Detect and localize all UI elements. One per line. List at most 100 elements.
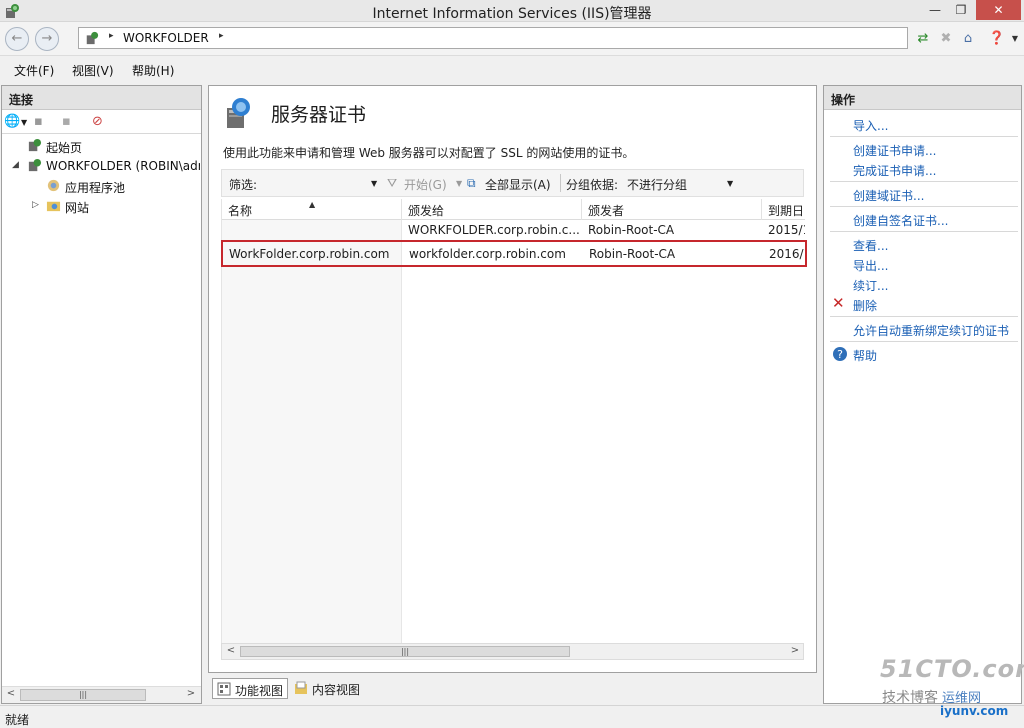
forward-button[interactable]: → <box>35 27 59 51</box>
table-scrollbar[interactable]: < ||| > <box>221 643 804 660</box>
refresh-icon[interactable]: ⇄ <box>914 30 932 48</box>
close-button[interactable]: ✕ <box>976 0 1021 20</box>
chevron-down-icon[interactable]: ▼ <box>456 179 462 188</box>
home-icon[interactable]: ⌂ <box>959 30 977 48</box>
scroll-right-arrow[interactable]: > <box>183 688 199 699</box>
content-view-icon <box>295 681 307 694</box>
tree-item-label: 网站 <box>65 201 90 215</box>
navigation-bar: ← → ▸ WORKFOLDER ▸ ⇄ ✖ ⌂ ❓ ▼ <box>0 22 1024 56</box>
action-renew[interactable]: 续订... <box>827 274 1018 294</box>
filter-toolbar: 筛选: ▼ ⛛ 开始(G) ▼ ⧉ 全部显示(A) 分组依据: 不进行分组 ▼ <box>221 169 804 197</box>
column-header-name[interactable]: 名称 ▲ <box>222 199 402 220</box>
scroll-thumb[interactable]: ||| <box>20 689 146 701</box>
action-create-domain-cert[interactable]: 创建域证书... <box>827 184 1018 204</box>
action-export[interactable]: 导出... <box>827 254 1018 274</box>
action-label: 创建证书申请... <box>853 144 937 158</box>
save-icon[interactable]: ▪ <box>34 114 43 129</box>
collapse-arrow-icon[interactable]: ◢ <box>12 160 19 170</box>
title-bar: Internet Information Services (IIS)管理器 —… <box>0 0 1024 22</box>
minimize-button[interactable]: — <box>922 0 948 20</box>
connections-pane: 连接 🌐 ▼ ▪ ▪ ⊘ 起始页 ◢ WORKFOLDER (ROBIN\adr… <box>1 85 202 704</box>
tab-features-view[interactable]: 功能视图 <box>212 678 288 699</box>
actions-divider <box>830 181 1018 182</box>
menu-help[interactable]: 帮助(H) <box>132 62 174 79</box>
help-icon[interactable]: ❓ <box>988 30 1006 48</box>
chevron-down-icon[interactable]: ▼ <box>1006 30 1024 48</box>
column-header-issued-to[interactable]: 颁发给 <box>402 199 582 220</box>
group-by-select[interactable]: 不进行分组 <box>627 176 687 193</box>
sorted-column-shade <box>222 219 401 647</box>
action-create-cert-request[interactable]: 创建证书申请... <box>827 139 1018 159</box>
tree-item-server[interactable]: ◢ WORKFOLDER (ROBIN\adr <box>2 156 200 176</box>
tree-item-start-page[interactable]: 起始页 <box>2 136 200 156</box>
action-delete[interactable]: ✕ 删除 <box>827 294 1018 314</box>
filter-label: 筛选: <box>229 178 258 192</box>
scroll-thumb[interactable]: ||| <box>240 646 570 657</box>
action-help[interactable]: ? 帮助 <box>827 344 1018 364</box>
funnel-icon: ⛛ <box>387 176 398 190</box>
connections-header: 连接 <box>2 86 201 110</box>
expand-arrow-icon[interactable]: ▷ <box>32 200 39 210</box>
column-divider <box>401 219 402 647</box>
cell-issued-to: WORKFOLDER.corp.robin.c... <box>408 223 580 237</box>
column-header-expiry[interactable]: 到期日 <box>762 199 805 220</box>
chevron-down-icon[interactable]: ▼ <box>371 179 377 188</box>
status-text: 就绪 <box>5 713 30 727</box>
menu-view[interactable]: 视图(V) <box>72 62 114 79</box>
action-import[interactable]: 导入... <box>827 114 1018 134</box>
back-button[interactable]: ← <box>5 27 29 51</box>
actions-divider <box>830 136 1018 137</box>
feature-pane: 服务器证书 使用此功能来申请和管理 Web 服务器可以对配置了 SSL 的网站使… <box>208 85 817 673</box>
menu-file[interactable]: 文件(F) <box>14 62 54 79</box>
action-label: 导出... <box>853 259 889 273</box>
connections-toolbar: 🌐 ▼ ▪ ▪ ⊘ <box>2 110 201 134</box>
action-view[interactable]: 查看... <box>827 234 1018 254</box>
action-label: 删除 <box>853 299 878 313</box>
cell-name <box>222 220 402 241</box>
action-label: 创建自签名证书... <box>853 214 949 228</box>
breadcrumb-separator[interactable]: ▸ <box>219 31 224 41</box>
start-page-icon <box>28 138 42 152</box>
disconnect-icon[interactable]: ⊘ <box>92 114 103 129</box>
window-title: Internet Information Services (IIS)管理器 <box>372 6 652 22</box>
maximize-button[interactable]: ❐ <box>948 0 974 20</box>
status-bar: 就绪 <box>0 705 1024 728</box>
action-label: 允许自动重新绑定续订的证书 <box>853 324 1010 338</box>
action-complete-cert-request[interactable]: 完成证书申请... <box>827 159 1018 179</box>
page-title: 服务器证书 <box>271 104 367 126</box>
scroll-left-arrow[interactable]: < <box>223 645 239 656</box>
table-row[interactable]: WORKFOLDER.corp.robin.c... Robin-Root-CA… <box>222 220 805 241</box>
tree-item-sites[interactable]: ▷ 网站 <box>2 196 200 216</box>
tree-item-label: 起始页 <box>46 141 83 155</box>
action-create-self-signed-cert[interactable]: 创建自签名证书... <box>827 209 1018 229</box>
scroll-left-arrow[interactable]: < <box>3 688 19 699</box>
filter-input[interactable] <box>260 174 378 193</box>
menu-bar: 文件(F) 视图(V) 帮助(H) <box>0 56 1024 82</box>
action-label: 续订... <box>853 279 889 293</box>
chevron-down-icon[interactable]: ▼ <box>727 179 733 188</box>
actions-divider <box>830 206 1018 207</box>
toolbar-divider <box>560 174 561 192</box>
action-label: 导入... <box>853 119 889 133</box>
address-bar[interactable]: ▸ WORKFOLDER ▸ <box>78 27 908 49</box>
stop-icon[interactable]: ✖ <box>937 30 955 48</box>
actions-divider <box>830 341 1018 342</box>
app-pool-icon <box>47 179 60 192</box>
site-watermark: 51CTO.com 技术博客 运维网 iyunv.com <box>880 655 1024 723</box>
tab-content-view[interactable]: 内容视图 <box>290 678 370 699</box>
server-icon <box>86 31 99 45</box>
scroll-right-arrow[interactable]: > <box>787 645 803 656</box>
actions-divider <box>830 316 1018 317</box>
connections-scrollbar[interactable]: < ||| > <box>2 686 201 703</box>
table-row-selected[interactable]: WorkFolder.corp.robin.com workfolder.cor… <box>221 240 807 267</box>
tree-item-app-pools[interactable]: 应用程序池 <box>2 176 200 196</box>
column-header-issuer[interactable]: 颁发者 <box>582 199 762 220</box>
breadcrumb-workfolder[interactable]: WORKFOLDER <box>123 31 209 45</box>
start-filter-button[interactable]: 开始(G) <box>404 176 447 193</box>
up-icon[interactable]: ▪ <box>62 114 71 129</box>
action-allow-auto-rebind[interactable]: 允许自动重新绑定续订的证书 <box>827 319 1018 339</box>
chevron-down-icon[interactable]: ▼ <box>21 118 27 127</box>
connect-globe-icon[interactable]: 🌐 <box>4 114 20 129</box>
show-all-button[interactable]: 全部显示(A) <box>485 176 551 193</box>
sort-ascending-icon: ▲ <box>309 200 316 209</box>
